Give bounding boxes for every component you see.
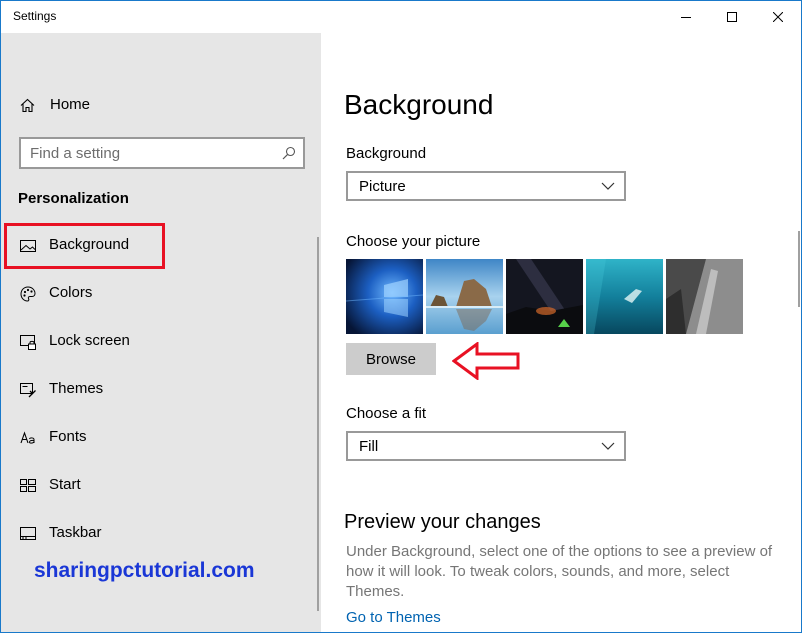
watermark-text: sharingpctutorial.com [34, 559, 255, 582]
sidebar-item-label: Colors [49, 284, 93, 301]
sidebar-item-label: Start [49, 476, 81, 493]
minimize-icon [681, 17, 691, 18]
sidebar-item-label: Taskbar [49, 524, 102, 541]
window-title: Settings [13, 9, 57, 23]
search-input[interactable] [21, 139, 271, 167]
preview-description: Under Background, select one of the opti… [346, 543, 773, 600]
close-button[interactable] [755, 1, 801, 33]
picture-thumbnail-rock-cliff[interactable] [666, 259, 743, 334]
picture-thumbnail-beach-rocks[interactable] [426, 259, 503, 334]
picture-thumbnail-underwater[interactable] [586, 259, 663, 334]
home-label: Home [50, 96, 91, 113]
main-content: Background Background Picture Choose you… [322, 33, 801, 632]
background-dropdown-value: Picture [359, 178, 406, 195]
fonts-icon [19, 429, 36, 446]
sidebar-item-label: Lock screen [49, 332, 130, 349]
palette-icon [19, 285, 36, 302]
background-label: Background [346, 145, 427, 162]
choose-fit-label: Choose a fit [346, 405, 427, 422]
sidebar-item-start[interactable]: Start [1, 463, 321, 507]
brush-icon [19, 381, 36, 398]
maximize-button[interactable] [709, 1, 755, 33]
settings-window: Settings Home Personalization [0, 0, 802, 633]
red-arrow-annotation [452, 342, 520, 380]
fit-dropdown-value: Fill [359, 438, 379, 455]
sidebar-item-fonts[interactable]: Fonts [1, 415, 321, 459]
home-icon [19, 97, 35, 113]
taskbar-icon [19, 525, 36, 542]
sidebar-scrollbar[interactable] [317, 237, 319, 611]
close-icon [773, 12, 783, 22]
minimize-button[interactable] [663, 1, 709, 33]
sidebar: Home Personalization Background Colors [1, 33, 321, 632]
lock-screen-icon [19, 333, 36, 350]
start-icon [19, 477, 36, 494]
sidebar-item-lock-screen[interactable]: Lock screen [1, 319, 321, 363]
sidebar-item-label: Themes [49, 380, 104, 397]
preview-title: Preview your changes [344, 511, 541, 533]
section-title-personalization: Personalization [18, 190, 129, 207]
selection-highlight [4, 223, 165, 269]
page-title: Background [344, 89, 494, 120]
picture-thumbnail-windows[interactable] [346, 259, 423, 334]
background-dropdown[interactable]: Picture [346, 171, 626, 201]
go-to-themes-link[interactable]: Go to Themes [346, 609, 441, 626]
browse-button[interactable]: Browse [346, 343, 436, 375]
picture-thumbnail-night-sky[interactable] [506, 259, 583, 334]
home-link[interactable]: Home [19, 97, 90, 113]
fit-dropdown[interactable]: Fill [346, 431, 626, 461]
sidebar-item-colors[interactable]: Colors [1, 271, 321, 315]
main-scrollbar[interactable] [798, 231, 800, 307]
choose-picture-label: Choose your picture [346, 233, 481, 250]
chevron-down-icon [601, 182, 615, 190]
sidebar-item-themes[interactable]: Themes [1, 367, 321, 411]
search-box[interactable] [19, 137, 305, 169]
sidebar-item-taskbar[interactable]: Taskbar [1, 511, 321, 555]
search-icon[interactable] [282, 146, 296, 160]
maximize-icon [727, 12, 737, 22]
sidebar-item-label: Fonts [49, 428, 87, 445]
title-bar: Settings [1, 1, 801, 33]
chevron-down-icon [601, 442, 615, 450]
